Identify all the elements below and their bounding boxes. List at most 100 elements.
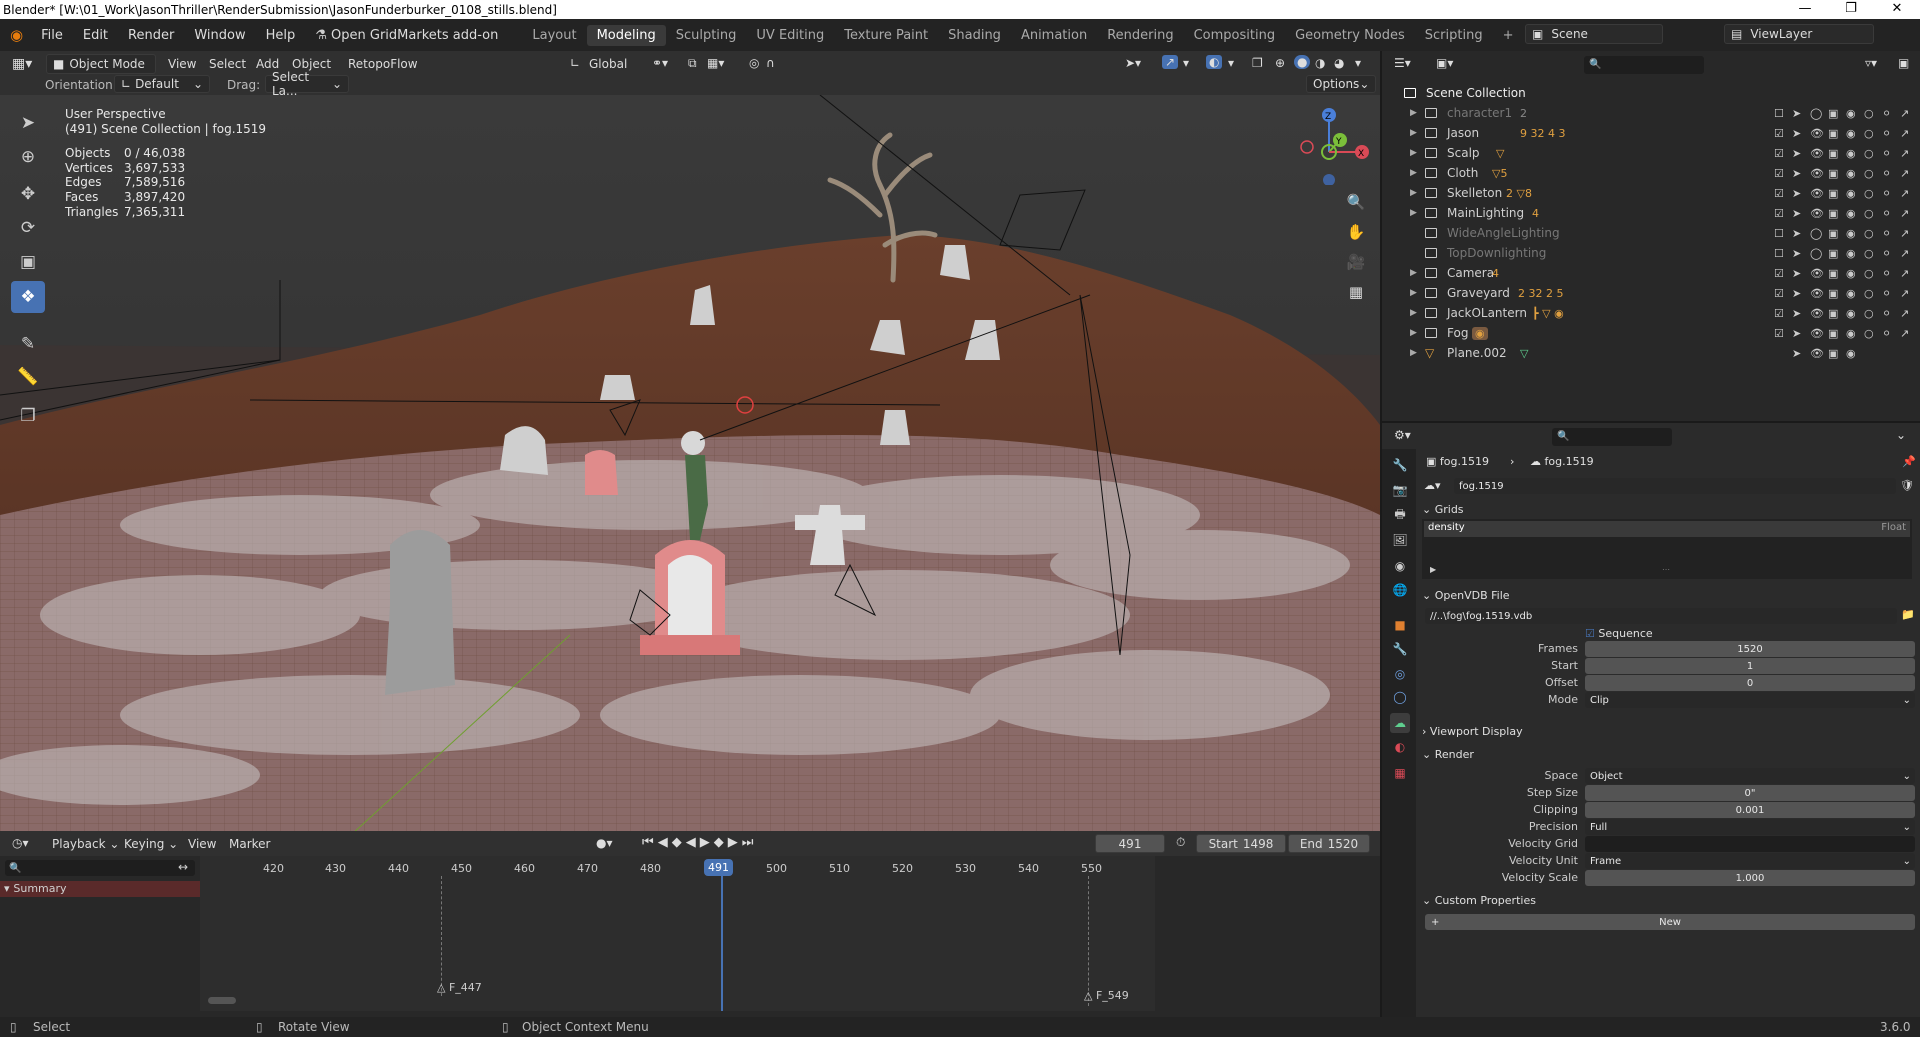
exclude-checkbox[interactable]: ☐ (1774, 107, 1784, 120)
holdout-icon[interactable]: ○ (1864, 227, 1874, 240)
eye-icon[interactable]: 👁 (1810, 127, 1824, 140)
pivot-point-icon[interactable]: ⚭▾ (652, 56, 668, 70)
render-camera-icon[interactable]: ◉ (1846, 267, 1856, 280)
pin-icon[interactable]: ↗ (1900, 127, 1909, 140)
view-layer-tab-icon[interactable]: 🖼 (1390, 530, 1410, 550)
viewport-monitor-icon[interactable]: ▣ (1828, 147, 1838, 160)
scale-tool-icon[interactable]: ▣ (11, 246, 45, 278)
next-keyframe-icon[interactable]: ◆▶ (714, 835, 742, 850)
render-camera-icon[interactable]: ◉ (1846, 327, 1856, 340)
outliner-row[interactable]: ▶ ▽ Plane.002 ▽ ➤ 👁 ▣ ◉ (1382, 343, 1920, 363)
outliner-row[interactable]: ▶ JackOLantern ┣ ▽ ◉ ☑ ➤ 👁 ▣ ◉ ○ ⚪ ↗ (1382, 303, 1920, 323)
pin-icon[interactable]: ↗ (1900, 287, 1909, 300)
tab-modeling[interactable]: Modeling (586, 24, 666, 46)
menu-playback[interactable]: Playback ⌄ (52, 837, 119, 851)
menu-object[interactable]: Object (292, 57, 331, 71)
viewport-monitor-icon[interactable]: ▣ (1828, 227, 1838, 240)
output-tab-icon[interactable]: 🖶 (1390, 505, 1410, 525)
expand-icon[interactable]: ▶ (1410, 128, 1417, 138)
snap-icon[interactable]: ⧉ (688, 56, 697, 71)
current-frame-field[interactable]: 491 (1095, 834, 1165, 853)
precision-dropdown[interactable]: Full ⌄ (1585, 819, 1915, 835)
menu-edit[interactable]: Edit (73, 28, 118, 43)
jump-start-icon[interactable]: ⏮ (642, 835, 658, 850)
holdout-icon[interactable]: ○ (1864, 127, 1874, 140)
tab-sculpting[interactable]: Sculpting (666, 25, 747, 46)
render-camera-icon[interactable]: ◉ (1846, 147, 1856, 160)
viewport-monitor-icon[interactable]: ▣ (1828, 347, 1838, 360)
datablock-browse-icon[interactable]: ☁▾ (1424, 479, 1441, 492)
holdout-icon[interactable]: ○ (1864, 107, 1874, 120)
pin-icon[interactable]: ↗ (1900, 327, 1909, 340)
eye-icon[interactable]: 👁 (1810, 147, 1824, 160)
mode-selector[interactable]: ■ Object Mode (46, 54, 156, 74)
gridmarkets-addon-button[interactable]: ⚗ Open GridMarkets add-on (305, 28, 508, 43)
minimize-icon[interactable]: — (1782, 0, 1828, 19)
volume-data-tab-icon[interactable]: ☁ (1390, 713, 1410, 733)
step-size-field[interactable]: 0" (1585, 785, 1915, 801)
overlays-toggle-icon[interactable]: ◐ (1206, 55, 1223, 69)
select-arrow-icon[interactable]: ➤ (1792, 147, 1801, 160)
exclude-checkbox[interactable]: ☑ (1774, 267, 1784, 280)
render-camera-icon[interactable]: ◉ (1846, 167, 1856, 180)
expand-icon[interactable]: ▶ (1410, 168, 1417, 178)
render-panel-header[interactable]: ⌄ Render (1422, 748, 1474, 761)
indirect-only-icon[interactable]: ⚪ (1882, 167, 1891, 180)
outliner-row[interactable]: ▶ character1 2 ☐ ➤ ◯ ▣ ◉ ○ ⚪ ↗ (1382, 103, 1920, 123)
viewport-monitor-icon[interactable]: ▣ (1828, 327, 1838, 340)
start-field[interactable]: 1 (1585, 658, 1915, 674)
select-arrow-icon[interactable]: ➤ (1792, 207, 1801, 220)
exclude-checkbox[interactable]: ☑ (1774, 287, 1784, 300)
eye-icon[interactable]: 👁 (1810, 167, 1824, 180)
playback-controls[interactable]: ⏮◀◆◀▶◆▶⏭ (642, 835, 757, 850)
object-tab-icon[interactable]: ■ (1390, 615, 1410, 635)
render-camera-icon[interactable]: ◉ (1846, 287, 1856, 300)
indirect-only-icon[interactable]: ⚪ (1882, 327, 1891, 340)
select-box-tool-icon[interactable]: ➤ (11, 107, 45, 139)
outliner-search-input[interactable]: 🔍 (1584, 56, 1704, 74)
indirect-only-icon[interactable]: ⚪ (1882, 307, 1891, 320)
expand-icon[interactable]: ▶ (1410, 328, 1417, 338)
grid-list-item[interactable]: density Float (1424, 521, 1910, 537)
end-frame-field[interactable]: End 1520 (1288, 834, 1370, 853)
render-camera-icon[interactable]: ◉ (1846, 247, 1856, 260)
indirect-only-icon[interactable]: ⚪ (1882, 207, 1891, 220)
prev-keyframe-icon[interactable]: ◀◆ (658, 835, 686, 850)
jump-end-icon[interactable]: ⏭ (742, 835, 758, 850)
pin-icon[interactable]: ↗ (1900, 207, 1909, 220)
holdout-icon[interactable]: ○ (1864, 147, 1874, 160)
falloff-icon[interactable]: ∩ (766, 56, 775, 70)
summary-expand-icon[interactable]: ▾ (0, 882, 10, 895)
playhead-line[interactable] (721, 876, 723, 1011)
exclude-checkbox[interactable]: ☑ (1774, 147, 1784, 160)
tab-rendering[interactable]: Rendering (1097, 25, 1183, 46)
tab-layout[interactable]: Layout (522, 25, 586, 46)
pan-hand-icon[interactable]: ✋ (1344, 220, 1368, 244)
camera-view-icon[interactable]: 🎥 (1344, 250, 1368, 274)
indirect-only-icon[interactable]: ⚪ (1882, 127, 1891, 140)
properties-menu-icon[interactable]: ⌄ (1896, 428, 1906, 442)
3d-viewport[interactable]: User Perspective (491) Scene Collection … (0, 95, 1380, 831)
select-arrow-icon[interactable]: ➤ (1792, 347, 1801, 360)
outliner-row[interactable]: TopDownlighting ☐ ➤ ◯ ▣ ◉ ○ ⚪ ↗ (1382, 243, 1920, 263)
dopesheet-area[interactable]: 420 430 440 450 460 470 480 491 500 510 … (200, 856, 1155, 1011)
menu-select[interactable]: Select (209, 57, 246, 71)
select-arrow-icon[interactable]: ➤ (1792, 187, 1801, 200)
grid-list[interactable]: density Float ▶ ⋯ (1422, 519, 1912, 579)
select-arrow-icon[interactable]: ➤ (1792, 267, 1801, 280)
pin-icon[interactable]: ↗ (1900, 267, 1909, 280)
offset-field[interactable]: 0 (1585, 675, 1915, 691)
eye-closed-icon[interactable]: ◯ (1810, 247, 1822, 260)
holdout-icon[interactable]: ○ (1864, 307, 1874, 320)
render-camera-icon[interactable]: ◉ (1846, 347, 1856, 360)
exclude-checkbox[interactable]: ☑ (1774, 187, 1784, 200)
select-arrow-icon[interactable]: ➤ (1792, 327, 1801, 340)
exclude-checkbox[interactable]: ☑ (1774, 167, 1784, 180)
xray-toggle-icon[interactable]: ❐ (1252, 56, 1263, 70)
marker-f549[interactable]: △ F_549 (1084, 989, 1129, 1002)
new-property-button[interactable]: + New (1425, 914, 1915, 930)
scene-tab-icon[interactable]: ◉ (1390, 556, 1410, 576)
sequence-checkbox[interactable]: ☑ Sequence (1585, 627, 1653, 640)
expand-icon[interactable]: ▶ (1410, 308, 1417, 318)
pin-icon[interactable]: ↗ (1900, 147, 1909, 160)
